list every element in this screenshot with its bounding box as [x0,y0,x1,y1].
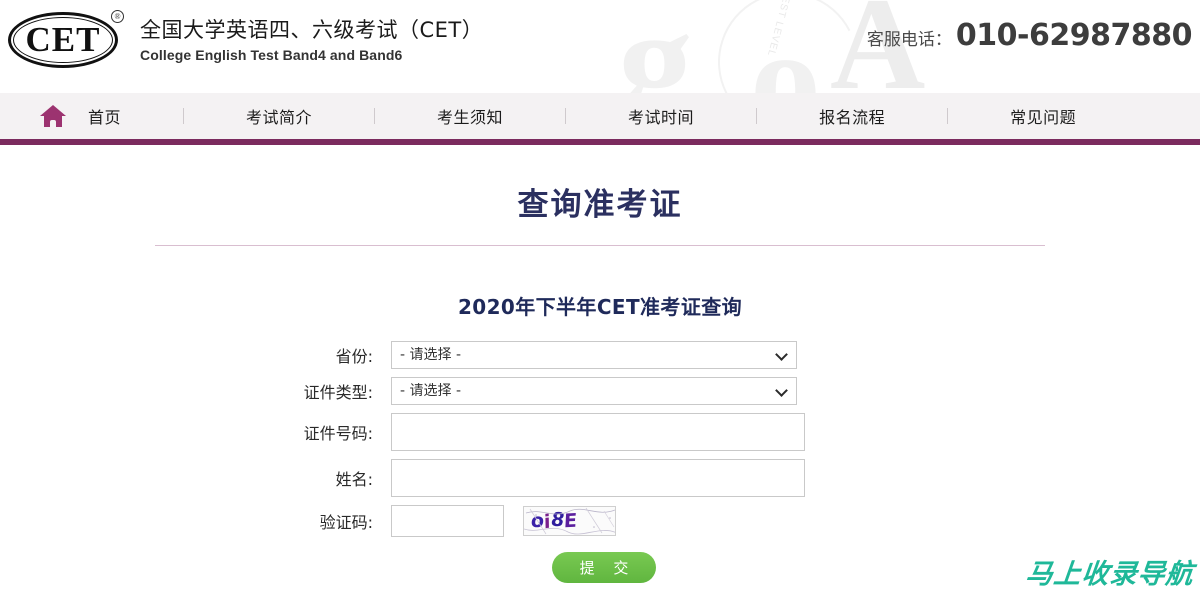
id-type-select[interactable]: - 请选择 - [391,377,797,405]
nav-item-home[interactable]: 首页 [88,104,121,128]
nav-item-exam-time[interactable]: 考试时间 [628,104,694,128]
ticket-query-form: 省份: - 请选择 - 证件类型: - 请选择 - 证件号码: 姓名: 验证码:… [0,341,1200,583]
submit-button[interactable]: 提 交 [552,552,656,583]
captcha-image[interactable]: oi8E [523,506,617,536]
hotline-label: 客服电话： [866,30,952,50]
site-logo[interactable]: CET ® 全国大学英语四、六级考试（CET） College English … [8,8,483,74]
site-header: g o A SAT VS TEST LEVEL CET ® 全国大学英语四、六级… [0,0,1200,93]
logo-titles: 全国大学英语四、六级考试（CET） College English Test B… [140,17,483,65]
province-label: 省份: [335,347,373,366]
watermark-letter-g: g [618,0,693,93]
cet-logo-mark: CET ® [8,8,126,74]
page-title: 查询准考证 [517,187,683,223]
id-type-control: - 请选择 - [391,377,797,405]
province-control: - 请选择 - [391,341,797,369]
submit-row: 提 交 [8,552,1200,583]
nav-separator [374,108,376,124]
title-divider [155,245,1045,246]
name-control [391,459,805,497]
logo-title-cn: 全国大学英语四、六级考试（CET） [140,18,484,43]
nav-separator [756,108,758,124]
main-content: 查询准考证 2020年下半年CET准考证查询 省份: - 请选择 - 证件类型:… [0,145,1200,595]
form-row-id-number: 证件号码: [0,413,1200,451]
form-row-id-type: 证件类型: - 请选择 - [0,377,1200,405]
nav-separator [947,108,949,124]
captcha-image-text: oi8E [530,508,578,534]
logo-title-en: College English Test Band4 and Band6 [140,47,403,64]
form-subtitle: 2020年下半年CET准考证查询 [457,295,743,319]
captcha-control: oi8E [391,505,617,537]
corner-watermark: 马上收录导航 [1024,559,1196,590]
hotline: 客服电话： 010-62987880 [866,18,1193,53]
form-row-province: 省份: - 请选择 - [0,341,1200,369]
hotline-number: 010-62987880 [955,18,1193,53]
province-select[interactable]: - 请选择 - [391,341,797,369]
captcha-label: 验证码: [319,513,373,532]
watermark-arc [699,0,877,93]
form-row-name: 姓名: [0,459,1200,497]
id-number-label: 证件号码: [303,424,373,443]
main-navigation: 首页 考试简介 考生须知 考试时间 报名流程 常见问题 [0,93,1200,145]
nav-item-exam-intro[interactable]: 考试简介 [246,104,312,128]
watermark-letter-o: o [750,0,821,93]
nav-item-faq[interactable]: 常见问题 [1010,104,1076,128]
id-number-input[interactable] [391,413,805,451]
nav-separator [183,108,185,124]
id-type-label: 证件类型: [303,383,373,402]
name-input[interactable] [391,459,805,497]
watermark-arc-text: SAT VS TEST LEVEL [764,0,805,58]
nav-separator [565,108,567,124]
form-row-captcha: 验证码: oi8E [0,505,1200,537]
logo-text: CET [25,20,101,59]
captcha-input[interactable] [391,505,504,537]
nav-item-candidate-notice[interactable]: 考生须知 [437,104,503,128]
nav-item-registration-process[interactable]: 报名流程 [819,104,885,128]
home-icon[interactable] [40,105,66,127]
id-number-control [391,413,805,451]
registered-trademark-icon: ® [111,10,124,23]
name-label: 姓名: [335,470,373,489]
